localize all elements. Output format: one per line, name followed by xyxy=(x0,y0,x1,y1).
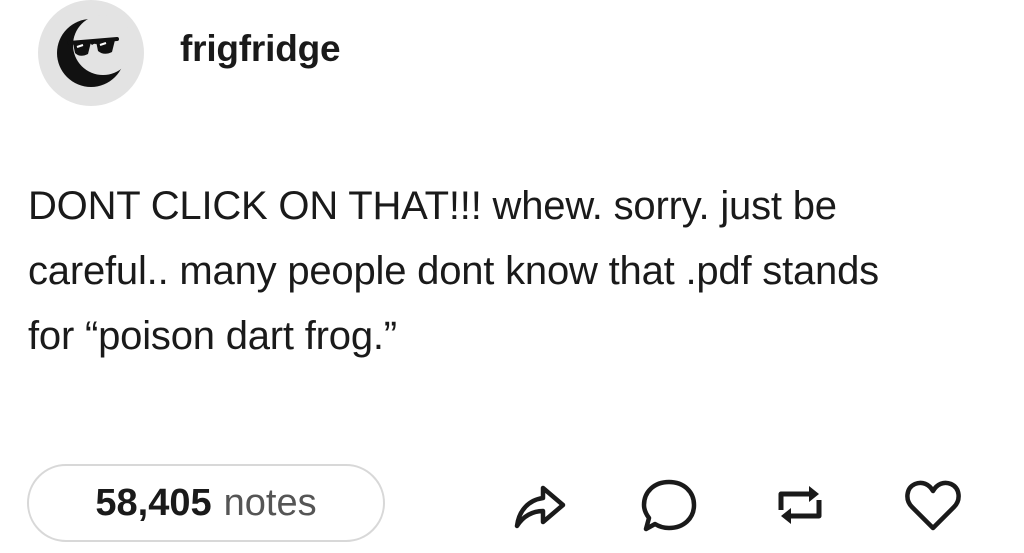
body-line: DONT CLICK ON THAT!!! whew. sorry. just … xyxy=(28,184,837,228)
reblog-icon xyxy=(778,486,822,524)
tumblr-post: frigfridge DONT CLICK ON THAT!!! whew. s… xyxy=(0,0,1024,553)
reply-button[interactable] xyxy=(634,470,704,540)
post-body: DONT CLICK ON THAT!!! whew. sorry. just … xyxy=(28,174,1008,369)
body-line: for “poison dart frog.” xyxy=(28,314,397,358)
post-header: frigfridge xyxy=(38,0,341,106)
username[interactable]: frigfridge xyxy=(180,28,341,70)
post-actions xyxy=(0,470,1024,540)
reblog-button[interactable] xyxy=(765,470,835,540)
share-button[interactable] xyxy=(505,470,575,540)
reply-icon xyxy=(641,479,697,532)
share-icon xyxy=(514,485,566,529)
avatar[interactable] xyxy=(38,0,144,106)
like-icon xyxy=(905,480,961,531)
sunglasses-moon-icon xyxy=(57,15,133,87)
body-line: careful.. many people dont know that .pd… xyxy=(28,249,879,293)
like-button[interactable] xyxy=(898,470,968,540)
